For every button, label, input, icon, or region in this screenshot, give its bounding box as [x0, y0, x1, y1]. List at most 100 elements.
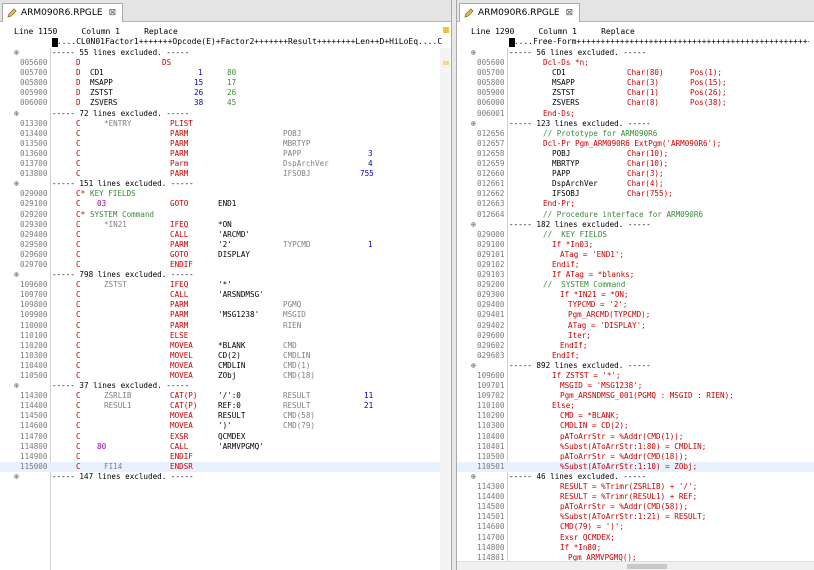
overview-marker[interactable] — [443, 27, 449, 33]
excluded-lines-marker[interactable]: ⊕ ----- 182 lines excluded. ----- — [457, 220, 814, 230]
code-line[interactable]: 029200 // SYSTEM Command — [457, 280, 814, 290]
code-line[interactable]: 029100 If *In03; — [457, 240, 814, 250]
code-line[interactable]: 029401 Pgm_ARCMD(TYPCMD); — [457, 310, 814, 320]
expand-icon[interactable]: ⊕ — [14, 472, 19, 482]
excluded-lines-marker[interactable]: ⊕ ----- 37 lines excluded. ----- — [0, 381, 451, 391]
expand-icon[interactable]: ⊕ — [471, 361, 476, 371]
code-line[interactable]: 110300 CMDLIN = CD(2); — [457, 421, 814, 431]
excluded-lines-marker[interactable]: ⊕ ----- 892 lines excluded. ----- — [457, 361, 814, 371]
excluded-lines-marker[interactable]: ⊕ ----- 72 lines excluded. ----- — [0, 109, 451, 119]
code-line[interactable]: 006001 End-Ds; — [457, 109, 814, 119]
code-line[interactable]: 029200 C* SYSTEM Command — [0, 210, 451, 220]
code-line[interactable]: 012658 POBJ Char(10); — [457, 149, 814, 159]
code-line[interactable]: 109600 C ZSTST IFEQ '*' — [0, 280, 451, 290]
code-line[interactable]: 005900 D ZSTST 26 26 — [0, 88, 451, 98]
code-line[interactable]: 005600 D DS — [0, 58, 451, 68]
code-line[interactable]: 110200 CMD = *BLANK; — [457, 411, 814, 421]
expand-icon[interactable]: ⊕ — [471, 220, 476, 230]
code-line[interactable]: 005800 MSAPP Char(3) Pos(15); — [457, 78, 814, 88]
code-line[interactable]: 029100 C 03 GOTO END1 — [0, 199, 451, 209]
code-line[interactable]: 110400 pAToArrStr = %Addr(CMD(1)); — [457, 432, 814, 442]
code-line[interactable]: 029400 C CALL 'ARCMD' — [0, 230, 451, 240]
left-code-area[interactable]: ⊕ ----- 55 lines excluded. ----- 005600 D DS… — [0, 48, 451, 482]
code-line[interactable]: 114800 If *In80; — [457, 543, 814, 553]
code-line[interactable]: 029602 EndIf; — [457, 341, 814, 351]
code-line[interactable]: 012656 // Prototype for ARM090R6 — [457, 129, 814, 139]
excluded-lines-marker[interactable]: ⊕ ----- 147 lines excluded. ----- — [0, 472, 451, 482]
code-line[interactable]: 114500 pAToArrStr = %Addr(CMD(58)); — [457, 502, 814, 512]
code-line[interactable]: 029603 EndIf; — [457, 351, 814, 361]
code-line[interactable]: 110100 C ELSE — [0, 331, 451, 341]
code-line[interactable]: 029000 C* KEY FIELDS — [0, 189, 451, 199]
code-line[interactable]: 005700 CD1 Char(80) Pos(1); — [457, 68, 814, 78]
code-line[interactable]: 110000 C PARM RIEN — [0, 321, 451, 331]
code-line[interactable]: 006000 ZSVERS Char(8) Pos(38); — [457, 98, 814, 108]
code-line[interactable]: 114300 C ZSRLIB CAT(P) '/':0 RESULT 11 — [0, 391, 451, 401]
code-line[interactable]: 110400 C MOVEA CMDLIN CMD(1) — [0, 361, 451, 371]
excluded-lines-marker[interactable]: ⊕ ----- 798 lines excluded. ----- — [0, 270, 451, 280]
code-line[interactable]: 109900 C PARM 'MSG1238' MSGID — [0, 310, 451, 320]
code-line[interactable]: 109702 Pgm_ARSNDMSG_001(PGMQ : MSGID : RI… — [457, 391, 814, 401]
code-line[interactable]: 114501 %Subst(AToArrStr:1:21) = RESULT; — [457, 512, 814, 522]
code-line[interactable]: 012661 DspArchVer Char(4); — [457, 179, 814, 189]
code-line[interactable]: 114300 RESULT = %Trimr(ZSRLIB) + '/'; — [457, 482, 814, 492]
expand-icon[interactable]: ⊕ — [471, 119, 476, 129]
code-line[interactable]: 114400 RESULT = %Trimr(RESUL1) + REF; — [457, 492, 814, 502]
code-line[interactable]: 109800 C PARM PGMQ — [0, 300, 451, 310]
left-overview-ruler[interactable] — [440, 27, 451, 570]
code-line[interactable]: 110300 C MOVEL CD(2) CMDLIN — [0, 351, 451, 361]
right-code-area[interactable]: ⊕ ----- 56 lines excluded. ----- 005600 Dcl… — [457, 48, 814, 570]
code-line[interactable]: 013700 C Parm DspArchVer 4 — [0, 159, 451, 169]
excluded-lines-marker[interactable]: ⊕ ----- 46 lines excluded. ----- — [457, 472, 814, 482]
code-line[interactable]: 114800 C 80 CALL 'ARMVPGMQ' — [0, 442, 451, 452]
expand-icon[interactable]: ⊕ — [471, 472, 476, 482]
code-line[interactable]: 006000 D ZSVERS 38 45 — [0, 98, 451, 108]
code-line[interactable]: 013300 C *ENTRY PLIST — [0, 119, 451, 129]
excluded-lines-marker[interactable]: ⊕ ----- 55 lines excluded. ----- — [0, 48, 451, 58]
expand-icon[interactable]: ⊕ — [471, 48, 476, 58]
code-line[interactable]: 012662 IFSOBJ Char(755); — [457, 189, 814, 199]
scroll-thumb[interactable] — [627, 564, 667, 569]
code-line[interactable]: 029000 // KEY FIELDS — [457, 230, 814, 240]
expand-icon[interactable]: ⊕ — [14, 270, 19, 280]
code-line[interactable]: 012659 MBRTYP Char(10); — [457, 159, 814, 169]
code-line[interactable]: 005800 D MSAPP 15 17 — [0, 78, 451, 88]
code-line[interactable]: 114900 C ENDIF — [0, 452, 451, 462]
code-line[interactable]: 114600 C MOVEA ')' CMD(79) — [0, 421, 451, 431]
code-line[interactable]: 110100 Else; — [457, 401, 814, 411]
close-icon[interactable]: ⊠ — [566, 8, 574, 18]
expand-icon[interactable]: ⊕ — [14, 179, 19, 189]
code-line[interactable]: 114600 CMD(79) = ')'; — [457, 522, 814, 532]
code-line[interactable]: 110500 pAToArrStr = %Addr(CMD(18)); — [457, 452, 814, 462]
code-line[interactable]: 029103 If ATag = *blanks; — [457, 270, 814, 280]
code-line[interactable]: 029600 Iter; — [457, 331, 814, 341]
code-line[interactable]: 005700 D CD1 1 80 — [0, 68, 451, 78]
excluded-lines-marker[interactable]: ⊕ ----- 151 lines excluded. ----- — [0, 179, 451, 189]
code-line[interactable]: 029300 C *IN21 IFEQ *ON — [0, 220, 451, 230]
code-line[interactable]: 029101 ATag = 'END1'; — [457, 250, 814, 260]
code-line[interactable]: 029600 C GOTO DISPLAY — [0, 250, 451, 260]
code-line[interactable]: 005900 ZSTST Char(1) Pos(26); — [457, 88, 814, 98]
code-line[interactable]: 109701 MSGID = 'MSG1238'; — [457, 381, 814, 391]
code-line[interactable]: 114700 Exsr QCMDEX; — [457, 533, 814, 543]
code-line[interactable]: 110401 %Subst(AToArrStr:1:80) = CMDLIN; — [457, 442, 814, 452]
code-line[interactable]: 013400 C PARM POBJ — [0, 129, 451, 139]
code-line[interactable]: 013600 C PARM PAPP 3 — [0, 149, 451, 159]
code-line[interactable]: 013500 C PARM MBRTYP — [0, 139, 451, 149]
code-line[interactable]: 012657 Dcl-Pr Pgm_ARM090R6 ExtPgm('ARM090… — [457, 139, 814, 149]
horizontal-scrollbar[interactable] — [457, 561, 814, 570]
code-line[interactable]: 029402 ATag = 'DISPLAY'; — [457, 321, 814, 331]
code-line[interactable]: 114700 C EXSR QCMDEX — [0, 432, 451, 442]
code-line[interactable]: 109700 C CALL 'ARSNDMSG' — [0, 290, 451, 300]
overview-marker[interactable] — [443, 61, 449, 65]
code-line[interactable]: 114400 C RESUL1 CAT(P) REF:0 RESULT 21 — [0, 401, 451, 411]
expand-icon[interactable]: ⊕ — [14, 109, 19, 119]
code-line[interactable]: 012663 End-Pr; — [457, 199, 814, 209]
code-line[interactable]: 115000 C FI14 ENDSR — [0, 461, 451, 472]
excluded-lines-marker[interactable]: ⊕ ----- 123 lines excluded. ----- — [457, 119, 814, 129]
code-line[interactable]: 029700 C ENDIF — [0, 260, 451, 270]
excluded-lines-marker[interactable]: ⊕ ----- 56 lines excluded. ----- — [457, 48, 814, 58]
code-line[interactable]: 110500 C MOVEA ZObj CMD(18) — [0, 371, 451, 381]
code-line[interactable]: 029300 If *IN21 = *ON; — [457, 290, 814, 300]
code-line[interactable]: 029102 Endif; — [457, 260, 814, 270]
